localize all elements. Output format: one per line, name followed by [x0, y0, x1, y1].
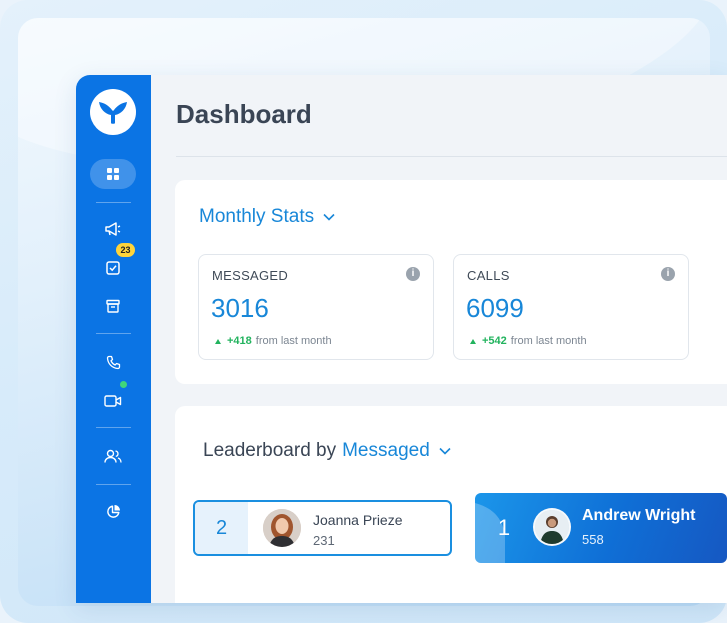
stat-delta-amount: +418 — [227, 335, 252, 347]
stat-delta-suffix: from last month — [255, 335, 332, 347]
sidebar-item-video[interactable] — [90, 386, 136, 416]
stat-delta-suffix: from last month — [510, 335, 587, 347]
stat-box-messaged: MESSAGED i 3016 +418 from last month — [198, 254, 434, 360]
person-name: Andrew Wright — [582, 507, 696, 524]
rank-number: 2 — [195, 502, 248, 554]
leaderboard-metric-dropdown[interactable]: Messaged — [342, 440, 430, 462]
rank-number: 1 — [497, 515, 511, 540]
megaphone-icon — [105, 222, 121, 236]
leaderboard-title-prefix: Leaderboard by — [203, 440, 337, 461]
grid-icon — [107, 168, 119, 180]
checkbox-icon — [106, 261, 120, 275]
main-content: Dashboard Monthly Stats MESSAGED i 3016 … — [151, 75, 727, 603]
trend-up-icon — [470, 338, 476, 344]
sidebar: 23 — [76, 75, 151, 603]
stat-delta-amount: +542 — [482, 335, 507, 347]
person-score: 231 — [313, 533, 335, 548]
sidebar-divider — [96, 333, 131, 334]
sidebar-item-campaigns[interactable] — [90, 214, 136, 244]
leaderboard-entry-top[interactable]: 1 Andrew Wright 558 — [475, 493, 727, 563]
whale-tail-icon — [99, 102, 127, 124]
avatar — [263, 509, 301, 547]
sidebar-item-reports[interactable] — [90, 496, 136, 526]
phone-icon — [106, 355, 120, 369]
leaderboard-card: Leaderboard by Messaged 2 Joanna Prieze — [175, 406, 727, 603]
sidebar-item-tasks[interactable] — [90, 253, 136, 283]
stat-delta: +542 from last month — [470, 335, 587, 347]
whale-tail-logo[interactable] — [90, 89, 136, 135]
users-icon — [104, 449, 122, 463]
info-icon[interactable]: i — [661, 267, 675, 281]
person-name: Joanna Prieze — [313, 512, 403, 528]
stat-label: MESSAGED — [212, 268, 289, 283]
chevron-down-icon — [323, 213, 335, 221]
chevron-down-icon[interactable] — [439, 447, 451, 455]
sidebar-item-calls[interactable] — [90, 347, 136, 377]
sidebar-divider — [96, 202, 131, 203]
pie-chart-icon — [106, 504, 120, 518]
stat-delta: +418 from last month — [215, 335, 332, 347]
person-score: 558 — [582, 532, 604, 547]
video-status-dot — [120, 381, 127, 388]
stat-value: 3016 — [211, 293, 269, 323]
monthly-stats-title: Monthly Stats — [199, 206, 315, 227]
tasks-badge: 23 — [116, 243, 135, 257]
stat-value: 6099 — [466, 293, 524, 323]
video-camera-icon — [104, 395, 122, 407]
sidebar-item-contacts[interactable] — [90, 441, 136, 471]
leaderboard-title: Leaderboard by Messaged — [203, 440, 451, 462]
monthly-stats-card: Monthly Stats MESSAGED i 3016 +418 from … — [175, 180, 727, 384]
monthly-stats-dropdown[interactable]: Monthly Stats — [199, 206, 335, 228]
info-icon[interactable]: i — [406, 267, 420, 281]
sidebar-divider — [96, 427, 131, 428]
trend-up-icon — [215, 338, 221, 344]
archive-box-icon — [106, 299, 120, 313]
page-title: Dashboard — [176, 99, 312, 129]
app-window: 23 Dashboard Monthly Stats MESSAGED i 30… — [76, 75, 727, 603]
title-divider — [176, 156, 727, 157]
leaderboard-entry[interactable]: 2 Joanna Prieze 231 — [193, 500, 452, 556]
sidebar-divider — [96, 484, 131, 485]
stat-box-calls: CALLS i 6099 +542 from last month — [453, 254, 689, 360]
sidebar-item-archive[interactable] — [90, 291, 136, 321]
avatar — [533, 508, 571, 546]
stat-label: CALLS — [467, 268, 510, 283]
sidebar-item-dashboard[interactable] — [90, 159, 136, 189]
